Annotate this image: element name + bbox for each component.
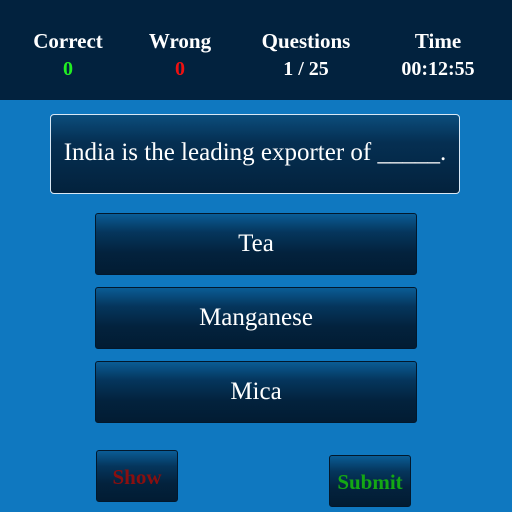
option-button-mica[interactable]: Mica	[95, 361, 417, 423]
submit-button[interactable]: Submit	[329, 455, 411, 507]
wrong-count: 0	[175, 58, 185, 80]
time-stat: Time 00:12:55	[385, 28, 491, 84]
correct-label: Correct	[33, 29, 103, 53]
option-button-manganese[interactable]: Manganese	[95, 287, 417, 349]
question-progress: 1 / 25	[283, 58, 329, 80]
correct-count: 0	[63, 58, 73, 80]
wrong-stat: Wrong 0	[130, 28, 230, 84]
questions-label: Questions	[261, 29, 351, 53]
questions-stat: Questions 1 / 25	[250, 28, 362, 84]
correct-stat: Correct 0	[18, 28, 118, 84]
wrong-label: Wrong	[148, 29, 212, 53]
score-header: Correct 0 Wrong 0 Questions 1 / 25 Time …	[0, 0, 512, 100]
elapsed-time: 00:12:55	[401, 58, 475, 80]
question-text: India is the leading exporter of _____.	[63, 139, 447, 166]
time-label: Time	[414, 29, 462, 53]
question-box: India is the leading exporter of _____.	[50, 114, 460, 194]
show-button[interactable]: Show	[96, 450, 178, 502]
option-button-tea[interactable]: Tea	[95, 213, 417, 275]
